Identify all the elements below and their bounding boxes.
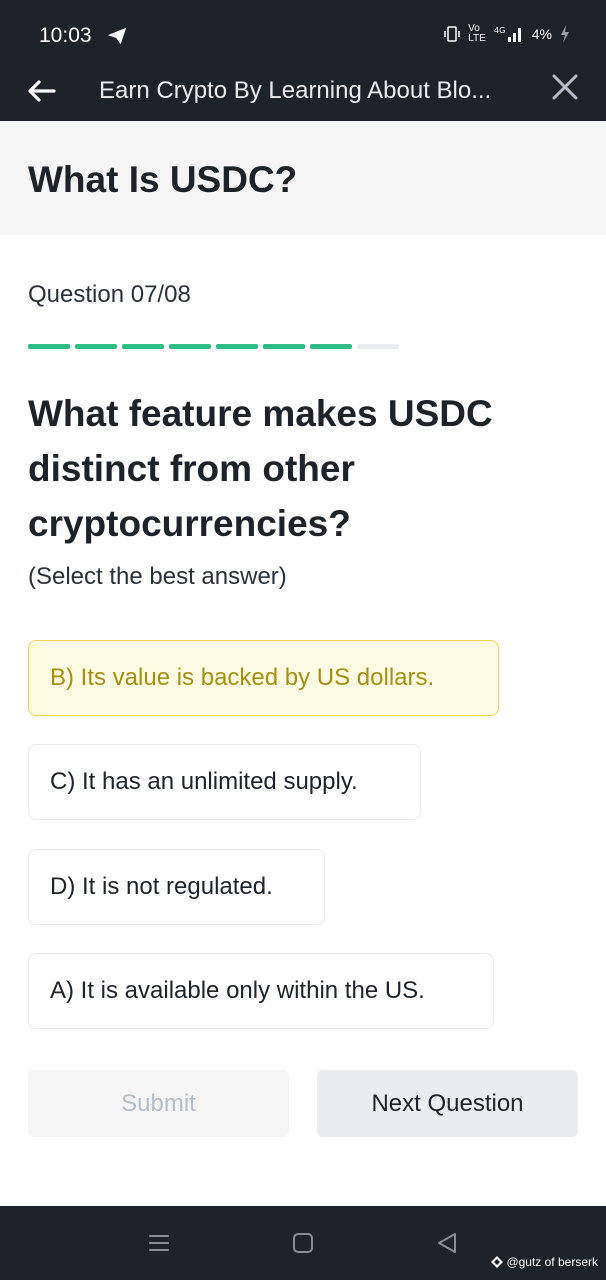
watermark-text: @gutz of berserk	[506, 1255, 598, 1269]
charging-icon	[561, 25, 569, 43]
status-time: 10:03	[39, 24, 92, 47]
progress-segment-done	[75, 344, 117, 349]
question-counter: Question 07/08	[28, 281, 191, 308]
progress-segment-done	[310, 344, 352, 349]
back-arrow-icon[interactable]	[24, 74, 58, 108]
diamond-icon	[491, 1256, 504, 1268]
answer-hint: (Select the best answer)	[28, 563, 287, 590]
vibrate-icon	[444, 26, 460, 42]
answer-option-d[interactable]: D) It is not regulated.	[28, 849, 325, 925]
submit-button[interactable]: Submit	[28, 1070, 289, 1137]
progress-segment-done	[216, 344, 258, 349]
top-bar: Earn Crypto By Learning About Blo...	[0, 62, 606, 121]
system-back-icon[interactable]	[436, 1232, 458, 1254]
progress-segment-done	[169, 344, 211, 349]
lesson-header: What Is USDC?	[0, 121, 606, 235]
progress-segment-done	[122, 344, 164, 349]
svg-text:4G: 4G	[494, 26, 505, 35]
progress-segment-done	[263, 344, 305, 349]
recent-apps-icon[interactable]	[148, 1232, 170, 1254]
question-text: What feature makes USDC distinct from ot…	[28, 393, 493, 544]
telegram-icon	[107, 27, 127, 45]
progress-segment-done	[28, 344, 70, 349]
next-question-button[interactable]: Next Question	[317, 1070, 578, 1137]
close-icon[interactable]	[552, 74, 578, 100]
page-title: Earn Crypto By Learning About Blo...	[99, 77, 492, 104]
home-icon[interactable]	[292, 1232, 314, 1254]
answer-option-b[interactable]: B) Its value is backed by US dollars.	[28, 640, 499, 716]
status-indicators: Vo LTE 4G 4%	[444, 24, 570, 44]
lesson-title: What Is USDC?	[28, 159, 298, 200]
battery-level: 4%	[531, 26, 552, 42]
watermark: @gutz of berserk	[491, 1255, 598, 1269]
status-bar: 10:03 Vo LTE 4G 4%	[0, 0, 606, 62]
progress-segment-remaining	[357, 344, 399, 349]
volte-icon: Vo LTE	[468, 23, 486, 44]
quiz-progress-bar	[28, 344, 399, 349]
signal-icon: 4G	[494, 26, 521, 42]
answer-option-a[interactable]: A) It is available only within the US.	[28, 953, 494, 1029]
answer-option-c[interactable]: C) It has an unlimited supply.	[28, 744, 421, 820]
